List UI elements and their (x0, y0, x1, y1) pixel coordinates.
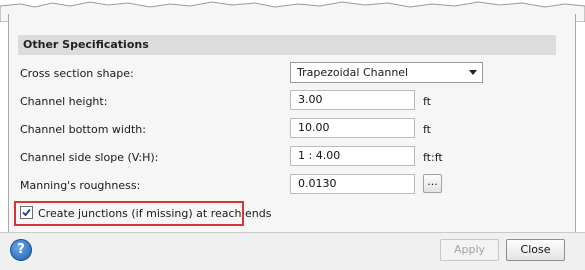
bottom-width-label: Channel bottom width: (20, 123, 146, 136)
create-junctions-label[interactable]: Create junctions (if missing) at reach e… (38, 207, 271, 220)
close-button[interactable]: Close (506, 239, 565, 261)
section-header: Other Specifications (18, 35, 556, 55)
roughness-input[interactable]: 0.0130 (290, 174, 415, 194)
apply-button[interactable]: Apply (440, 239, 499, 261)
checkmark-icon (22, 208, 31, 217)
channel-height-unit: ft (423, 95, 431, 108)
cross-section-label: Cross section shape: (20, 67, 134, 80)
create-junctions-checkbox[interactable] (20, 206, 33, 219)
section-title: Other Specifications (23, 38, 149, 51)
help-icon[interactable]: ? (10, 239, 32, 261)
cross-section-select[interactable]: Trapezoidal Channel (290, 62, 483, 83)
cross-section-value: Trapezoidal Channel (297, 66, 409, 79)
channel-height-input[interactable]: 3.00 (290, 90, 415, 110)
bottom-width-input[interactable]: 10.00 (290, 118, 415, 138)
chevron-down-icon (469, 70, 477, 75)
side-slope-input[interactable]: 1 : 4.00 (290, 146, 415, 166)
bottom-width-unit: ft (423, 123, 431, 136)
channel-height-label: Channel height: (20, 95, 108, 108)
side-slope-label: Channel side slope (V:H): (20, 151, 159, 164)
side-slope-unit: ft:ft (423, 151, 443, 164)
roughness-browse-button[interactable]: ... (423, 174, 442, 193)
roughness-label: Manning's roughness: (20, 179, 141, 192)
